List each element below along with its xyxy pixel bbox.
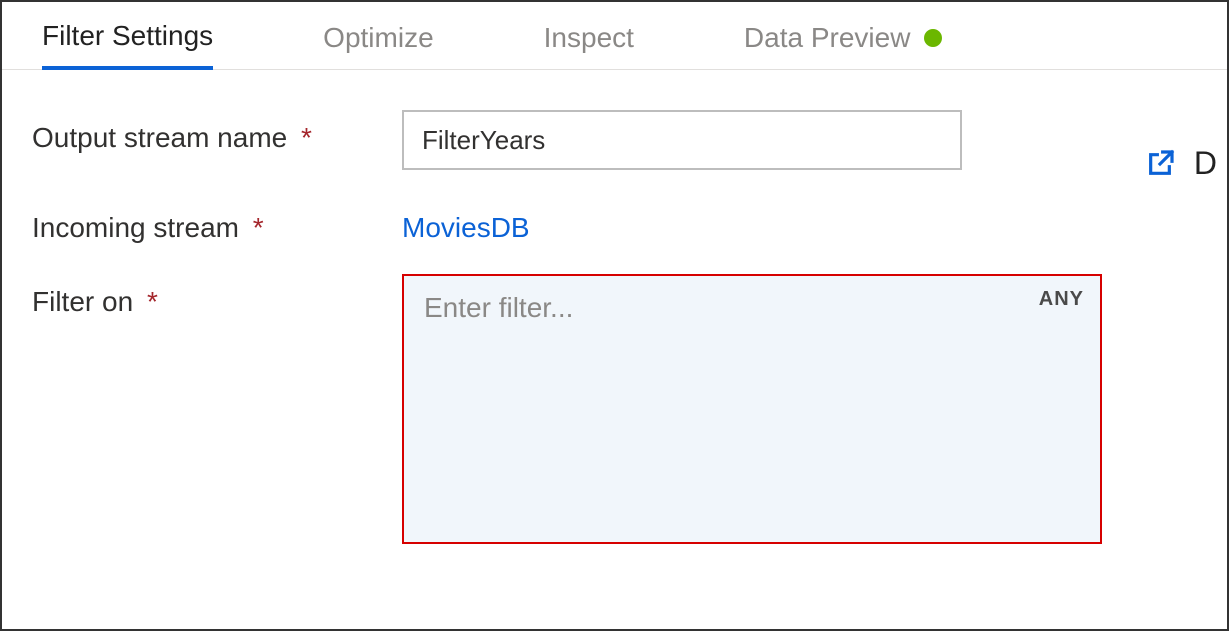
row-filter-on: Filter on * Enter filter... ANY [32,274,1197,544]
incoming-stream-link[interactable]: MoviesDB [402,200,530,244]
incoming-stream-label: Incoming stream * [32,200,402,244]
tab-filter-settings[interactable]: Filter Settings [42,20,213,70]
label-text: Incoming stream [32,212,239,243]
tab-label: Filter Settings [42,20,213,52]
required-marker: * [147,286,158,317]
incoming-stream-field: MoviesDB [402,200,1197,244]
output-stream-input[interactable] [402,110,962,170]
row-output-stream: Output stream name * [32,110,1197,170]
tab-bar: Filter Settings Optimize Inspect Data Pr… [2,2,1227,70]
tab-label: Optimize [323,22,433,54]
tab-data-preview[interactable]: Data Preview [744,20,943,69]
tab-label: Data Preview [744,22,911,54]
tab-inspect[interactable]: Inspect [544,20,634,69]
tab-optimize[interactable]: Optimize [323,20,433,69]
output-stream-field [402,110,1197,170]
form-area: Output stream name * Incoming stream * M… [2,70,1227,544]
filter-placeholder: Enter filter... [424,292,573,323]
filter-on-label: Filter on * [32,274,402,318]
label-text: Filter on [32,286,133,317]
cutoff-text: D [1194,145,1217,182]
filter-on-field: Enter filter... ANY [402,274,1197,544]
output-stream-label: Output stream name * [32,110,402,154]
label-text: Output stream name [32,122,287,153]
filter-expression-input[interactable]: Enter filter... ANY [402,274,1102,544]
required-marker: * [301,122,312,153]
required-marker: * [253,212,264,243]
right-cutoff-area: D [1144,145,1217,182]
filter-type-badge: ANY [1039,288,1084,311]
status-dot-icon [924,29,942,47]
tab-label: Inspect [544,22,634,54]
open-external-icon[interactable] [1144,148,1176,180]
row-incoming-stream: Incoming stream * MoviesDB [32,200,1197,244]
